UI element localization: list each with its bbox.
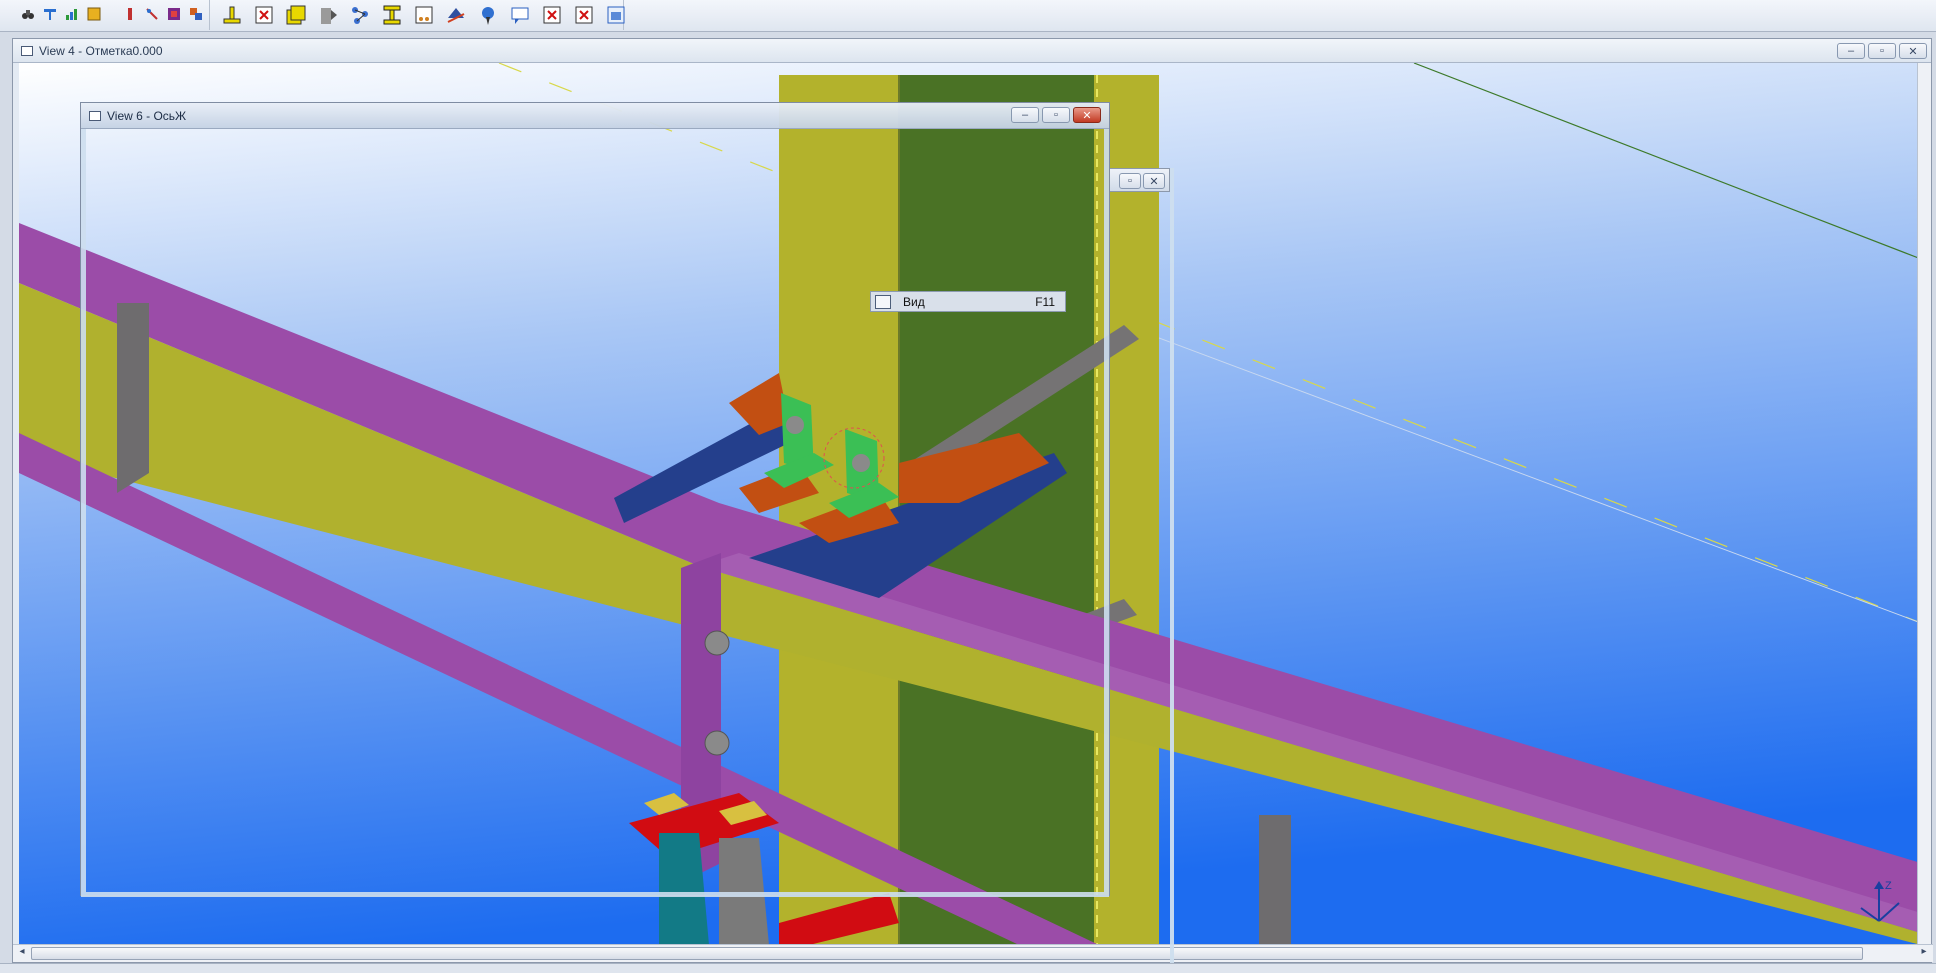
- stiffener: [1259, 815, 1291, 945]
- minimize-button[interactable]: –: [1837, 43, 1865, 59]
- background-view-titlebar[interactable]: ▫ ✕: [1110, 168, 1170, 192]
- bolt-icon[interactable]: [316, 3, 340, 27]
- status-bar: [0, 963, 1936, 973]
- close-button[interactable]: ✕: [1073, 107, 1101, 123]
- background-view-window: ▫ ✕: [1110, 168, 1174, 964]
- horizontal-scrollbar[interactable]: ◂ ▸: [13, 944, 1933, 962]
- binoculars-icon[interactable]: [20, 6, 36, 22]
- toolbar-group-left: [0, 0, 210, 30]
- view-icon: [875, 294, 891, 309]
- delete-icon[interactable]: [252, 3, 276, 27]
- beam-tool-icon[interactable]: [42, 6, 58, 22]
- settings-icon[interactable]: [188, 6, 204, 22]
- delete-icon[interactable]: [540, 3, 564, 27]
- view6-title: View 6 - ОсьЖ: [107, 108, 187, 123]
- render-icon[interactable]: [166, 6, 182, 22]
- view4-titlebar[interactable]: View 4 - Отметка0.000 – ▫ ✕: [13, 39, 1931, 63]
- view6-window: View 6 - ОсьЖ – ▫ ✕: [80, 102, 1110, 897]
- window-icon: [89, 110, 101, 121]
- view6-frame: [81, 129, 1109, 897]
- view6-window-controls: – ▫ ✕: [1011, 107, 1101, 123]
- i-beam-icon[interactable]: [380, 3, 404, 27]
- axis-z-label: Z: [1885, 880, 1892, 892]
- toolbar-group-right: [214, 0, 625, 30]
- minimize-button[interactable]: –: [1011, 107, 1039, 123]
- column-icon[interactable]: [122, 6, 138, 22]
- scroll-right-icon[interactable]: ▸: [1917, 946, 1931, 960]
- maximize-button[interactable]: ▫: [1868, 43, 1896, 59]
- context-menu: Вид F11: [870, 291, 1066, 312]
- vertical-scrollbar[interactable]: [1917, 63, 1931, 945]
- context-menu-item-label[interactable]: Вид: [903, 295, 925, 309]
- view6-titlebar[interactable]: View 6 - ОсьЖ – ▫ ✕: [81, 103, 1109, 129]
- maximize-button[interactable]: ▫: [1042, 107, 1070, 123]
- plate-icon[interactable]: [220, 3, 244, 27]
- pin-tool-icon[interactable]: [144, 6, 160, 22]
- view4-title: View 4 - Отметка0.000: [39, 43, 163, 58]
- close-button[interactable]: ✕: [1143, 173, 1165, 189]
- window-icon: [21, 45, 33, 56]
- pick-icon[interactable]: [476, 3, 500, 27]
- view4-window-controls: – ▫ ✕: [1837, 43, 1927, 59]
- main-toolbar: [0, 0, 1936, 32]
- maximize-button[interactable]: ▫: [1119, 173, 1141, 189]
- drop-icon[interactable]: [412, 3, 436, 27]
- comment-icon[interactable]: [508, 3, 532, 27]
- scrollbar-thumb[interactable]: [31, 947, 1863, 960]
- close-button[interactable]: ✕: [1899, 43, 1927, 59]
- layers-icon[interactable]: [444, 3, 468, 27]
- context-menu-shortcut: F11: [1035, 294, 1055, 309]
- view-icon[interactable]: [604, 3, 628, 27]
- scroll-left-icon[interactable]: ◂: [15, 946, 29, 960]
- delete-icon[interactable]: [572, 3, 596, 27]
- chart-tool-icon[interactable]: [64, 6, 80, 22]
- network-icon[interactable]: [348, 3, 372, 27]
- weld-icon[interactable]: [284, 3, 308, 27]
- component-icon[interactable]: [86, 6, 102, 22]
